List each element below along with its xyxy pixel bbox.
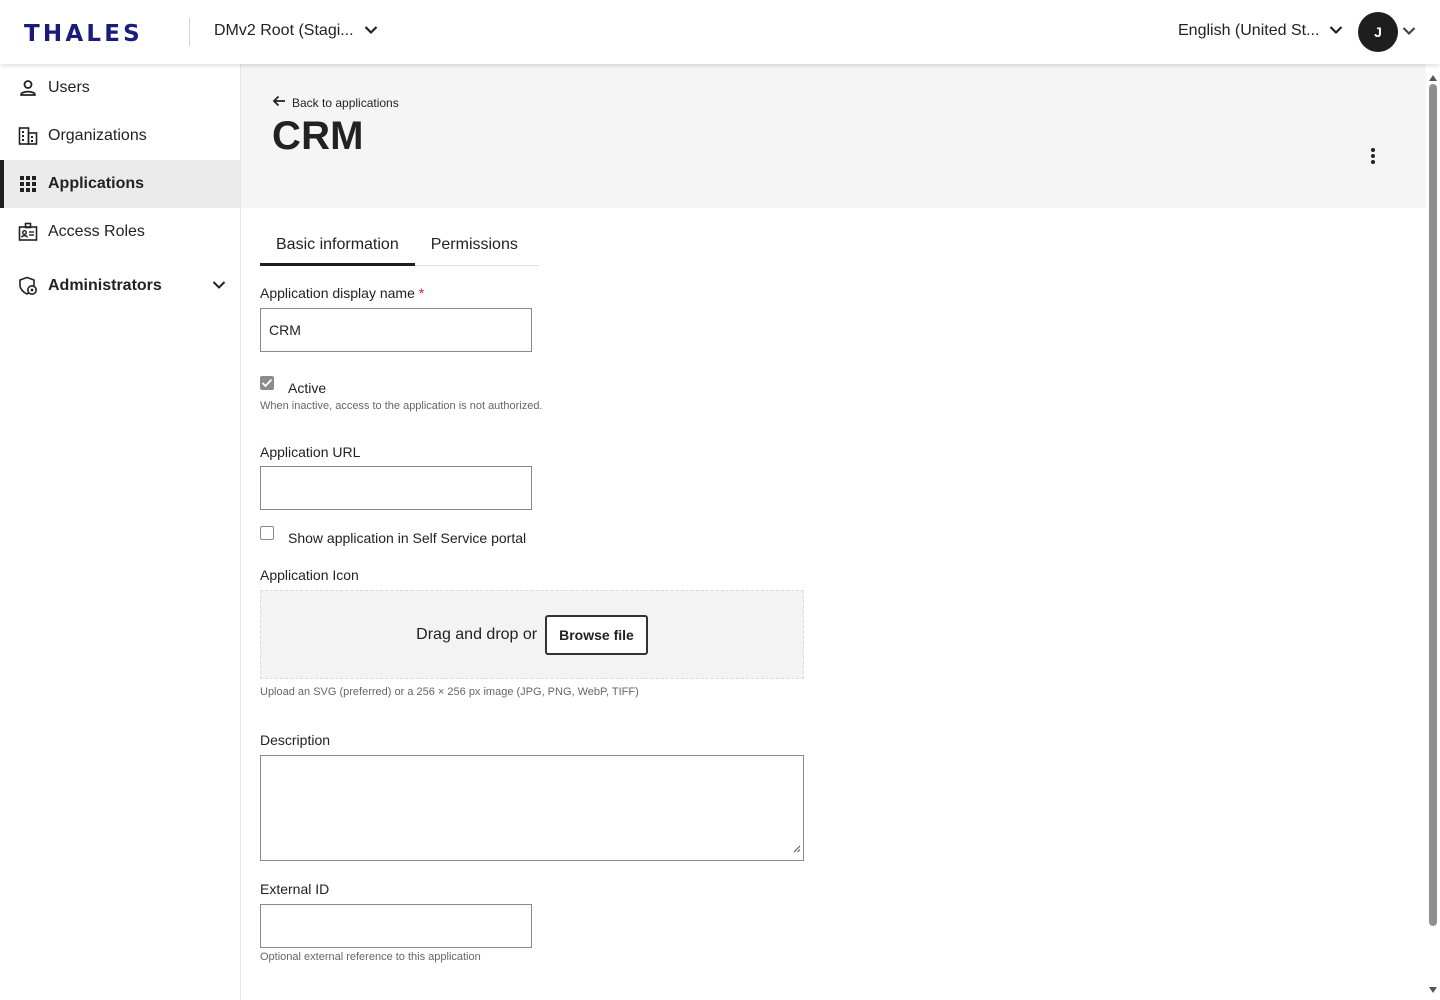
apps-grid-icon [18, 174, 38, 194]
sidebar-item-label: Organizations [48, 127, 147, 144]
active-helper-text: When inactive, access to the application… [260, 400, 543, 412]
chevron-down-icon [1402, 23, 1416, 41]
thales-logo[interactable]: THALES [24, 21, 143, 47]
page-header: Back to applications CRM [241, 64, 1426, 208]
language-name: English (United St... [1178, 22, 1320, 39]
badge-icon [18, 222, 38, 242]
application-url-field[interactable] [260, 466, 532, 510]
external-id-label: External ID [260, 881, 330, 897]
sidebar-item-label: Users [48, 79, 90, 96]
sidebar-item-applications[interactable]: Applications [0, 160, 240, 208]
page-title: CRM [272, 114, 364, 158]
display-name-field[interactable]: CRM [260, 308, 532, 352]
more-options-icon[interactable] [1361, 144, 1385, 168]
building-icon [18, 126, 38, 146]
sidebar: Users Organizations Applications Access … [0, 64, 241, 1000]
sidebar-item-label: Access Roles [48, 223, 145, 240]
header-divider [189, 18, 190, 46]
dropzone-text: Drag and drop or [416, 625, 538, 643]
description-label: Description [260, 732, 331, 748]
external-id-field[interactable] [260, 904, 532, 948]
active-label: Active [288, 380, 327, 396]
back-to-applications-link[interactable]: Back to applications [272, 95, 399, 110]
application-url-label: Application URL [260, 444, 361, 460]
tenant-selector[interactable]: DMv2 Root (Stagi... [214, 22, 378, 40]
scrollbar-thumb[interactable] [1429, 84, 1437, 926]
avatar: J [1358, 12, 1398, 52]
tab-basic-information[interactable]: Basic information [260, 228, 415, 266]
sidebar-item-label: Administrators [48, 277, 162, 294]
chevron-down-icon [212, 277, 226, 295]
tab-bar: Basic information Permissions [260, 228, 539, 266]
admin-shield-icon [18, 276, 38, 296]
chevron-down-icon [1329, 22, 1343, 40]
sidebar-item-access-roles[interactable]: Access Roles [0, 208, 240, 256]
arrow-left-icon [272, 95, 286, 110]
language-selector[interactable]: English (United St... [1178, 22, 1343, 40]
person-icon [18, 78, 38, 98]
user-menu[interactable]: J [1358, 12, 1416, 52]
display-name-value: CRM [269, 322, 301, 338]
external-id-helper-text: Optional external reference to this appl… [260, 951, 481, 963]
scroll-down-icon[interactable] [1429, 980, 1437, 998]
active-checkbox[interactable] [260, 376, 274, 390]
icon-helper-text: Upload an SVG (preferred) or a 256 × 256… [260, 686, 639, 698]
browse-file-button[interactable]: Browse file [545, 614, 648, 655]
main-content: Back to applications CRM Basic informati… [241, 64, 1426, 1000]
back-link-label: Back to applications [292, 95, 399, 110]
tenant-name: DMv2 Root (Stagi... [214, 22, 354, 39]
page-scrollbar[interactable] [1426, 64, 1440, 1000]
resize-handle-icon[interactable] [793, 840, 801, 858]
sidebar-item-users[interactable]: Users [0, 64, 240, 112]
top-header: THALES DMv2 Root (Stagi... English (Unit… [0, 0, 1440, 64]
chevron-down-icon [364, 22, 378, 40]
sidebar-item-administrators[interactable]: Administrators [0, 262, 240, 310]
icon-dropzone[interactable]: Drag and drop or Browse file [260, 590, 804, 679]
display-name-label-text: Application display name [260, 285, 415, 301]
required-mark: * [418, 285, 425, 301]
self-service-checkbox[interactable] [260, 526, 274, 540]
tab-permissions[interactable]: Permissions [415, 228, 534, 265]
application-icon-label: Application Icon [260, 567, 359, 583]
sidebar-item-organizations[interactable]: Organizations [0, 112, 240, 160]
display-name-label: Application display name * [260, 285, 424, 301]
self-service-label: Show application in Self Service portal [288, 530, 527, 546]
sidebar-item-label: Applications [48, 175, 145, 192]
description-field[interactable] [260, 755, 804, 861]
